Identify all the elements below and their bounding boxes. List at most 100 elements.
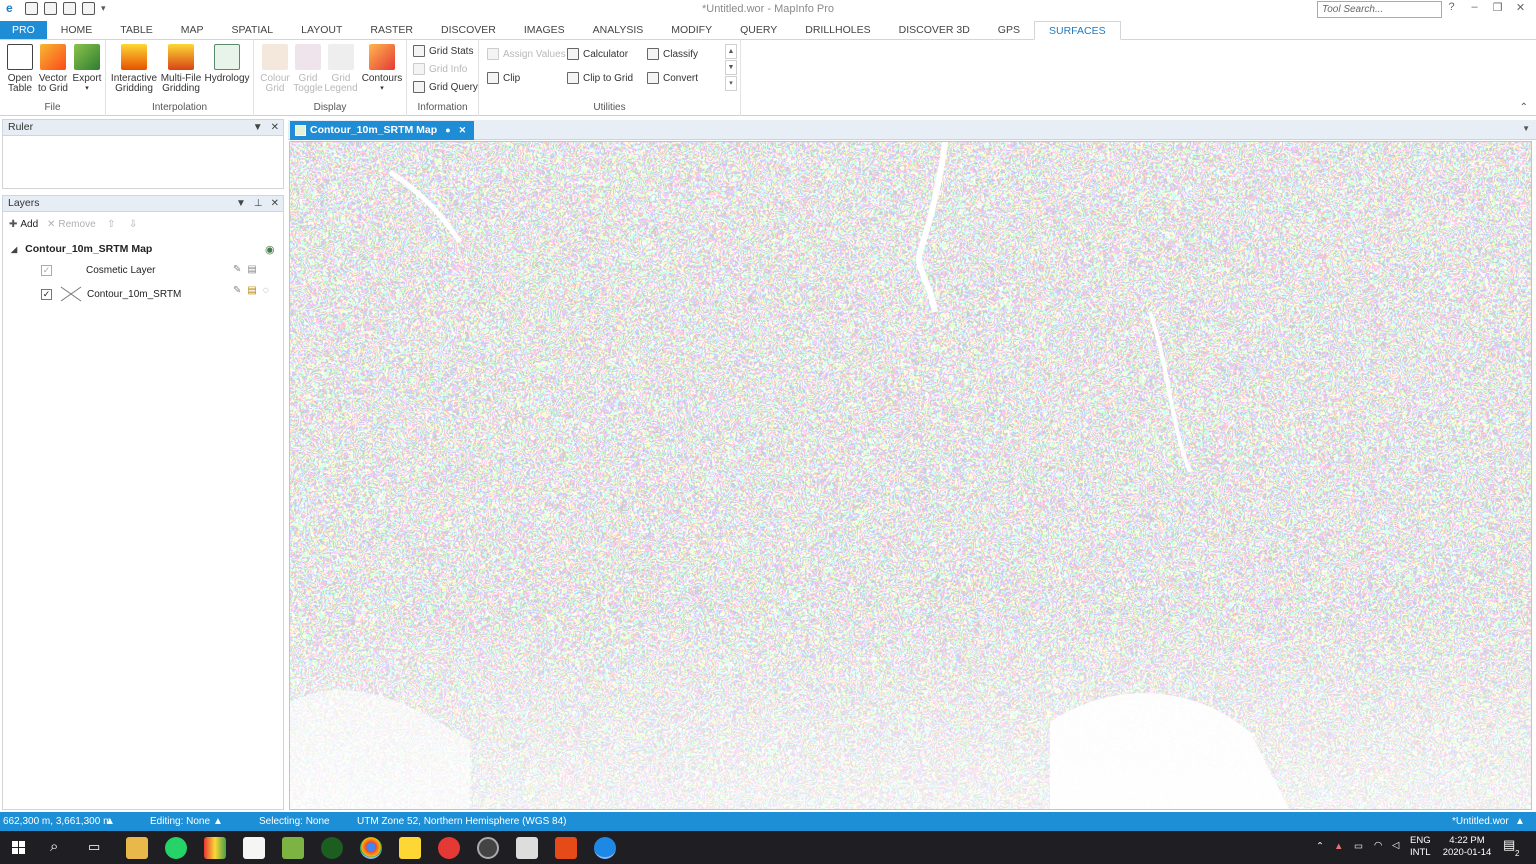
whatsapp-icon[interactable]	[165, 837, 187, 859]
tab-surfaces[interactable]: SURFACES	[1033, 21, 1121, 40]
chrome-icon[interactable]	[360, 837, 382, 859]
hydrology-button[interactable]: Hydrology	[204, 44, 250, 84]
s-app-icon[interactable]	[555, 837, 577, 859]
classify-button[interactable]: Classify	[647, 48, 698, 60]
grid-info-button[interactable]: Grid Info	[413, 63, 467, 75]
green-m-app-icon[interactable]	[282, 837, 304, 859]
language-indicator[interactable]: ENG INTL	[1410, 835, 1431, 859]
file-explorer-icon[interactable]	[126, 837, 148, 859]
tab-query[interactable]: QUERY	[726, 21, 791, 39]
multi-file-gridding-button[interactable]: Multi-File Gridding	[159, 44, 203, 94]
restore-button[interactable]: ❐	[1486, 1, 1509, 14]
coords-up-icon[interactable]: ▲	[105, 812, 115, 831]
map-window[interactable]	[289, 141, 1532, 810]
mail-icon[interactable]	[243, 837, 265, 859]
search-icon[interactable]: ⌕	[50, 838, 58, 855]
calculator-button[interactable]: Calculator	[567, 48, 628, 60]
tab-analysis[interactable]: ANALYSIS	[579, 21, 658, 39]
move-down-icon[interactable]: ⇩	[129, 219, 137, 230]
chevron-down-icon[interactable]: ▼	[253, 120, 263, 135]
tab-modify[interactable]: MODIFY	[657, 21, 726, 39]
select-icon[interactable]: ▤	[247, 264, 256, 275]
settings-app-icon[interactable]	[477, 837, 499, 859]
contour-layer-checkbox[interactable]: ✓	[41, 288, 52, 300]
tab-home[interactable]: HOME	[47, 21, 107, 39]
editing-up-icon[interactable]: ▲	[213, 812, 223, 831]
selecting-status[interactable]: Selecting: None	[259, 812, 330, 831]
windows-start-icon[interactable]	[12, 841, 26, 855]
layer-row-contour[interactable]: ✓ Contour_10m_SRTM	[41, 286, 181, 302]
chevron-down-icon[interactable]: ▼	[236, 196, 246, 211]
workspace-name[interactable]: *Untitled.wor	[1452, 812, 1509, 831]
vector-to-grid-button[interactable]: Vector to Grid	[36, 44, 70, 94]
tab-drillholes[interactable]: DRILLHOLES	[791, 21, 884, 39]
globe-app-icon[interactable]	[321, 837, 343, 859]
map-tree-node[interactable]: ◢ Contour_10m_SRTM Map	[11, 243, 152, 255]
grid-query-button[interactable]: Grid Query	[413, 81, 478, 93]
gallery-up-icon[interactable]: ▲	[725, 44, 737, 59]
help-button[interactable]: ?	[1440, 1, 1463, 14]
task-view-icon[interactable]: ▭	[88, 839, 100, 855]
label-icon[interactable]: ◌	[263, 285, 269, 296]
close-icon[interactable]: ✕	[271, 196, 279, 211]
interactive-gridding-button[interactable]: Interactive Gridding	[110, 44, 158, 94]
wifi-icon[interactable]: ◠	[1374, 840, 1382, 852]
tab-map[interactable]: MAP	[167, 21, 218, 39]
cosmetic-layer-checkbox[interactable]: ✓	[41, 265, 52, 276]
projection-status[interactable]: UTM Zone 52, Northern Hemisphere (WGS 84…	[357, 812, 567, 831]
cursor-coordinates[interactable]: 662,300 m, 3,661,300 m	[3, 812, 111, 831]
grid-stats-button[interactable]: Grid Stats	[413, 45, 473, 57]
pin-dot-icon[interactable]: ●	[445, 121, 450, 140]
map-properties-icon[interactable]: ◉	[265, 243, 275, 256]
tab-contour-map[interactable]: Contour_10m_SRTM Map ● ✕	[290, 121, 475, 140]
assign-values-button[interactable]: Assign Values	[487, 48, 566, 60]
close-icon[interactable]: ✕	[271, 120, 279, 135]
colour-grid-button[interactable]: Colour Grid	[258, 44, 292, 94]
convert-button[interactable]: Convert	[647, 72, 698, 84]
tray-chevron-icon[interactable]: ⌃	[1316, 841, 1324, 853]
opera-icon[interactable]	[438, 837, 460, 859]
tab-layout[interactable]: LAYOUT	[287, 21, 356, 39]
tab-discover[interactable]: DISCOVER	[427, 21, 510, 39]
export-button[interactable]: Export ▾	[71, 44, 103, 94]
document-list-chevron-icon[interactable]: ▼	[1522, 124, 1530, 133]
pin-icon[interactable]: ⊥	[254, 196, 263, 211]
workspace-up-icon[interactable]: ▲	[1515, 812, 1525, 831]
grid-toggle-button[interactable]: Grid Toggle	[292, 44, 324, 94]
clip-button[interactable]: Clip	[487, 72, 520, 84]
monitor-app-icon[interactable]	[516, 837, 538, 859]
select-icon[interactable]: ▤	[247, 285, 256, 296]
grid-legend-button[interactable]: Grid Legend	[324, 44, 358, 94]
tab-spatial[interactable]: SPATIAL	[218, 21, 288, 39]
gallery-more-icon[interactable]: ▾	[725, 76, 737, 91]
contours-button[interactable]: Contours ▾	[360, 44, 404, 94]
tab-discover-3d[interactable]: DISCOVER 3D	[885, 21, 984, 39]
tab-images[interactable]: IMAGES	[510, 21, 579, 39]
clip-to-grid-button[interactable]: Clip to Grid	[567, 72, 633, 84]
tab-gps[interactable]: GPS	[984, 21, 1034, 39]
gallery-down-icon[interactable]: ▼	[725, 60, 737, 75]
edit-pencil-icon[interactable]: ✎	[233, 285, 241, 296]
layer-row-cosmetic[interactable]: ✓ Cosmetic Layer	[41, 265, 155, 276]
collapse-ribbon-icon[interactable]: ⌃	[1520, 102, 1528, 113]
expand-triangle-icon[interactable]: ◢	[11, 245, 17, 254]
sticky-notes-icon[interactable]	[399, 837, 421, 859]
close-button[interactable]: ✕	[1509, 1, 1532, 14]
edit-pencil-icon[interactable]: ✎	[233, 264, 241, 275]
volume-icon[interactable]: ◁	[1392, 840, 1399, 852]
move-up-icon[interactable]: ⇧	[107, 219, 115, 230]
tab-raster[interactable]: RASTER	[356, 21, 427, 39]
tool-search-input[interactable]: Tool Search...	[1317, 1, 1442, 18]
battery-icon[interactable]: ▭	[1354, 841, 1363, 853]
editing-status[interactable]: Editing: None	[150, 812, 210, 831]
tray-app-icon[interactable]: ▲	[1334, 841, 1343, 853]
minimize-button[interactable]: –	[1463, 1, 1486, 14]
mapinfo-taskbar-icon[interactable]	[594, 837, 616, 859]
open-table-button[interactable]: Open Table	[5, 44, 35, 94]
contour-map-canvas[interactable]	[290, 142, 1532, 810]
close-tab-icon[interactable]: ✕	[459, 121, 467, 140]
notifications-icon[interactable]: ▤	[1503, 838, 1515, 851]
tab-pro[interactable]: PRO	[0, 21, 47, 39]
colorful-app-icon[interactable]	[204, 837, 226, 859]
add-layer-button[interactable]: ✚ Add	[9, 219, 38, 230]
